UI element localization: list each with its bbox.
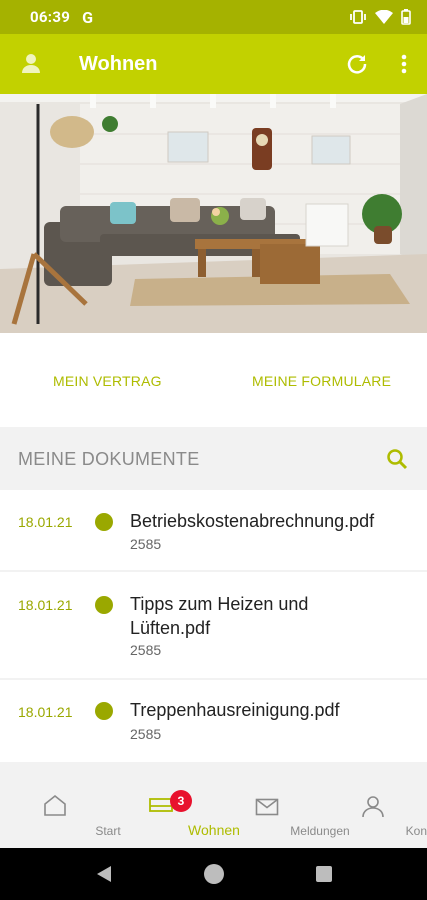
document-size: 2585 — [130, 642, 162, 658]
wifi-icon — [375, 10, 393, 24]
document-size: 2585 — [130, 726, 162, 742]
bottom-navigation: Start 3 Wohnen Meldungen Kontakt — [0, 780, 427, 848]
refresh-icon[interactable] — [345, 52, 369, 80]
vibrate-icon — [350, 10, 366, 24]
app-bar: Wohnen — [0, 34, 427, 94]
my-contract-link[interactable]: MEIN VERTRAG — [53, 373, 162, 389]
recents-icon[interactable] — [316, 866, 332, 882]
document-size: 2585 — [130, 536, 162, 552]
document-date: 18.01.21 — [18, 704, 73, 720]
nav-item-meldungen[interactable]: Meldungen — [214, 780, 350, 848]
documents-heading: MEINE DOKUMENTE — [18, 449, 200, 469]
document-row[interactable]: 18.01.21 Treppenhausreinigung.pdf 2585 — [0, 680, 427, 762]
home-button-icon[interactable] — [204, 864, 224, 884]
nav-item-wohnen[interactable]: 3 Wohnen — [108, 780, 240, 848]
hero-image-living-room — [0, 94, 427, 333]
notification-badge: 3 — [170, 790, 192, 812]
home-icon — [43, 794, 67, 820]
status-bar: 06:39 G — [0, 0, 427, 34]
documents-header: MEINE DOKUMENTE — [0, 428, 427, 490]
more-options-icon[interactable] — [394, 52, 414, 80]
document-row[interactable]: 18.01.21 Betriebskostenabrechnung.pdf 25… — [0, 490, 427, 570]
status-time: 06:39 — [30, 8, 71, 26]
status-dot — [95, 596, 113, 614]
page-title: Wohnen — [79, 52, 158, 75]
document-name: Tipps zum Heizen und Lüften.pdf — [130, 594, 309, 638]
status-dot — [95, 513, 113, 531]
nav-label: Kontakt — [405, 824, 427, 838]
search-icon[interactable] — [385, 447, 409, 475]
google-icon: G — [82, 7, 94, 27]
document-name: Betriebskostenabrechnung.pdf — [130, 511, 375, 531]
status-icons — [349, 9, 411, 25]
profile-icon[interactable] — [20, 52, 42, 78]
battery-icon — [401, 9, 411, 25]
nav-item-start[interactable]: Start — [2, 780, 121, 848]
back-icon[interactable] — [96, 865, 112, 887]
my-forms-link[interactable]: MEINE FORMULARE — [252, 373, 391, 389]
document-name: Treppenhausreinigung.pdf — [130, 700, 340, 720]
document-date: 18.01.21 — [18, 514, 73, 530]
document-date: 18.01.21 — [18, 597, 73, 613]
nav-item-kontakt[interactable]: Kontakt — [320, 780, 427, 848]
status-dot — [95, 702, 113, 720]
system-navigation-bar — [0, 848, 427, 900]
mail-icon — [255, 798, 279, 820]
person-icon — [361, 794, 385, 822]
quick-links: MEIN VERTRAG MEINE FORMULARE — [0, 333, 427, 427]
document-row[interactable]: 18.01.21 Tipps zum Heizen und Lüften.pdf… — [0, 572, 427, 678]
